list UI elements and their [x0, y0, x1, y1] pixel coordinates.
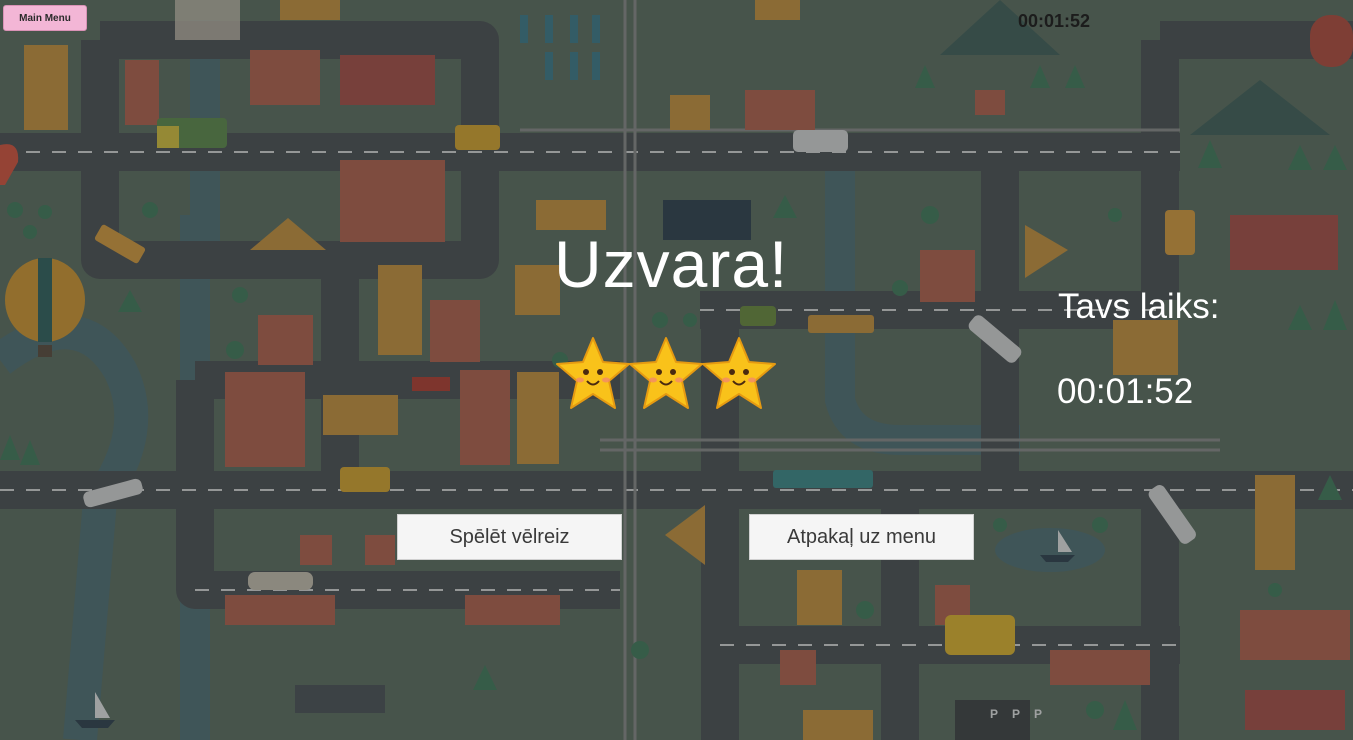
play-again-button[interactable]: Spēlēt vēlreiz	[397, 514, 622, 560]
top-timer: 00:01:52	[1018, 11, 1091, 31]
star-icon	[702, 337, 776, 409]
your-time-label: Tavs laiks:	[1058, 287, 1220, 326]
main-menu-button[interactable]: Main Menu	[3, 5, 87, 31]
back-to-menu-button[interactable]: Atpakaļ uz menu	[749, 514, 974, 560]
star-icon	[629, 337, 703, 409]
star-rating	[556, 337, 776, 409]
victory-title: Uzvara!	[554, 227, 789, 301]
your-time-value: 00:01:52	[1057, 372, 1194, 411]
star-icon	[556, 337, 630, 409]
